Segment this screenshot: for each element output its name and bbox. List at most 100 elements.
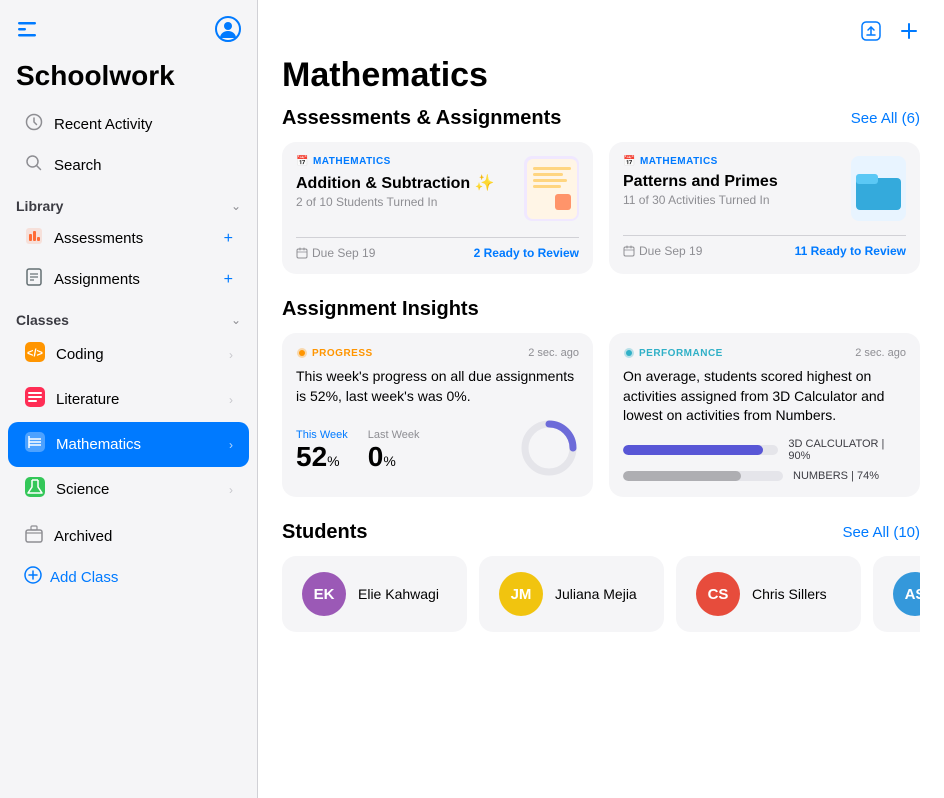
card-1-footer: Due Sep 19 11 Ready to Review: [623, 235, 906, 258]
last-week-stat: Last Week 0%: [368, 429, 420, 473]
add-class-label: Add Class: [50, 569, 118, 586]
mathematics-label: Mathematics: [56, 436, 141, 453]
assignments-section-title: Assessments & Assignments: [282, 107, 561, 130]
mathematics-chevron-icon: ›: [229, 438, 233, 452]
sidebar: Schoolwork Recent Activity Search Librar…: [0, 0, 258, 798]
card-0-due: Due Sep 19: [296, 246, 375, 260]
student-avatar-2: CS: [696, 572, 740, 616]
mathematics-class-icon: [24, 431, 46, 458]
assignment-card-1[interactable]: 📅 MATHEMATICS Patterns and Primes ··· 11…: [609, 142, 920, 274]
student-card-2[interactable]: CS Chris Sillers: [676, 556, 861, 632]
archived-icon: [24, 524, 44, 549]
add-class-icon: [24, 566, 42, 589]
performance-text: On average, students scored highest on a…: [623, 367, 906, 426]
library-item-assignments[interactable]: Assignments +: [8, 259, 249, 300]
archived-label: Archived: [54, 528, 112, 545]
insight-card-progress: PROGRESS 2 sec. ago This week's progress…: [282, 333, 593, 497]
mathematics-tag-icon-1: 📅: [623, 156, 636, 167]
archived-item[interactable]: Archived: [8, 516, 249, 557]
class-item-literature[interactable]: Literature ›: [8, 377, 249, 422]
this-week-label: This Week: [296, 429, 348, 441]
assignments-section: Assessments & Assignments See All (6) 📅 …: [282, 107, 920, 274]
student-avatar-0: EK: [302, 572, 346, 616]
performance-tag: PERFORMANCE: [623, 347, 723, 359]
coding-label: Coding: [56, 346, 104, 363]
bar-track-1: [623, 471, 783, 481]
class-item-mathematics[interactable]: Mathematics ›: [8, 422, 249, 467]
sidebar-header: [0, 0, 257, 56]
student-name-1: Juliana Mejia: [555, 586, 637, 602]
student-avatar-1: JM: [499, 572, 543, 616]
add-toolbar-icon[interactable]: [898, 20, 920, 48]
assignment-card-0[interactable]: 📅 MATHEMATICS Addition & Subtraction ✨ ♡…: [282, 142, 593, 274]
add-assessment-icon[interactable]: +: [224, 230, 233, 248]
this-week-stat: This Week 52%: [296, 429, 348, 473]
progress-tag: PROGRESS: [296, 347, 373, 359]
card-0-title: Addition & Subtraction ✨: [296, 173, 544, 193]
literature-chevron-icon: ›: [229, 393, 233, 407]
nav-item-search[interactable]: Search: [8, 145, 249, 186]
progress-donut: [519, 418, 579, 483]
bar-fill-1: [623, 471, 741, 481]
bar-track-0: [623, 445, 778, 455]
literature-label: Literature: [56, 391, 119, 408]
insights-section-title: Assignment Insights: [282, 298, 479, 321]
performance-time: 2 sec. ago: [855, 347, 906, 359]
search-label: Search: [54, 157, 102, 174]
add-class-button[interactable]: Add Class: [8, 557, 249, 598]
recent-activity-label: Recent Activity: [54, 116, 152, 133]
bar-label-1: NUMBERS | 74%: [793, 470, 879, 482]
assessments-label: Assessments: [54, 230, 143, 247]
student-card-0[interactable]: EK Elie Kahwagi: [282, 556, 467, 632]
last-week-value: 0%: [368, 441, 420, 473]
sidebar-toggle-icon[interactable]: [16, 18, 38, 46]
clock-icon: [24, 113, 44, 136]
students-see-all[interactable]: See All (10): [842, 524, 920, 541]
main-toolbar: [282, 20, 920, 48]
assignments-label: Assignments: [54, 271, 140, 288]
science-chevron-icon: ›: [229, 483, 233, 497]
card-1-due: Due Sep 19: [623, 244, 702, 258]
svg-text:</>: </>: [27, 348, 43, 360]
class-item-science[interactable]: Science ›: [8, 467, 249, 512]
add-assignment-icon[interactable]: +: [224, 271, 233, 289]
library-item-assessments[interactable]: Assessments +: [8, 218, 249, 259]
card-0-review: 2 Ready to Review: [474, 246, 579, 260]
insights-row: PROGRESS 2 sec. ago This week's progress…: [282, 333, 920, 497]
student-card-3[interactable]: AS AbbiStein: [873, 556, 920, 632]
share-icon[interactable]: [860, 20, 882, 48]
science-label: Science: [56, 481, 109, 498]
student-card-1[interactable]: JM Juliana Mejia: [479, 556, 664, 632]
library-chevron-icon[interactable]: ⌄: [231, 199, 241, 213]
bar-row-0: 3D CALCULATOR | 90%: [623, 438, 906, 462]
bar-label-0: 3D CALCULATOR | 90%: [788, 438, 906, 462]
class-item-coding[interactable]: </> Coding ›: [8, 332, 249, 377]
main-content: Mathematics Assessments & Assignments Se…: [258, 0, 944, 798]
students-section: Students See All (10) EK Elie Kahwagi JM…: [282, 521, 920, 632]
classes-chevron-icon[interactable]: ⌄: [231, 313, 241, 327]
last-week-label: Last Week: [368, 429, 420, 441]
this-week-value: 52%: [296, 441, 348, 473]
student-name-2: Chris Sillers: [752, 586, 827, 602]
insights-section: Assignment Insights PROGRESS 2 sec. ago …: [282, 298, 920, 497]
classes-section-header: Classes ⌄: [0, 300, 257, 332]
student-name-0: Elie Kahwagi: [358, 586, 439, 602]
student-avatar-3: AS: [893, 572, 920, 616]
assignments-see-all[interactable]: See All (6): [851, 110, 920, 127]
students-section-title: Students: [282, 521, 368, 544]
assessments-icon: [24, 226, 44, 251]
assignments-icon: [24, 267, 44, 292]
students-row: EK Elie Kahwagi JM Juliana Mejia CS Chri…: [282, 556, 920, 632]
classes-title: Classes: [16, 312, 69, 328]
progress-text: This week's progress on all due assignme…: [296, 367, 579, 406]
assignment-cards-row: 📅 MATHEMATICS Addition & Subtraction ✨ ♡…: [282, 142, 920, 274]
science-class-icon: [24, 476, 46, 503]
library-title: Library: [16, 198, 63, 214]
search-icon: [24, 154, 44, 177]
profile-icon[interactable]: [215, 16, 241, 48]
coding-chevron-icon: ›: [229, 348, 233, 362]
bar-fill-0: [623, 445, 763, 455]
nav-item-recent-activity[interactable]: Recent Activity: [8, 104, 249, 145]
card-0-footer: Due Sep 19 2 Ready to Review: [296, 237, 579, 260]
app-title: Schoolwork: [0, 56, 257, 104]
